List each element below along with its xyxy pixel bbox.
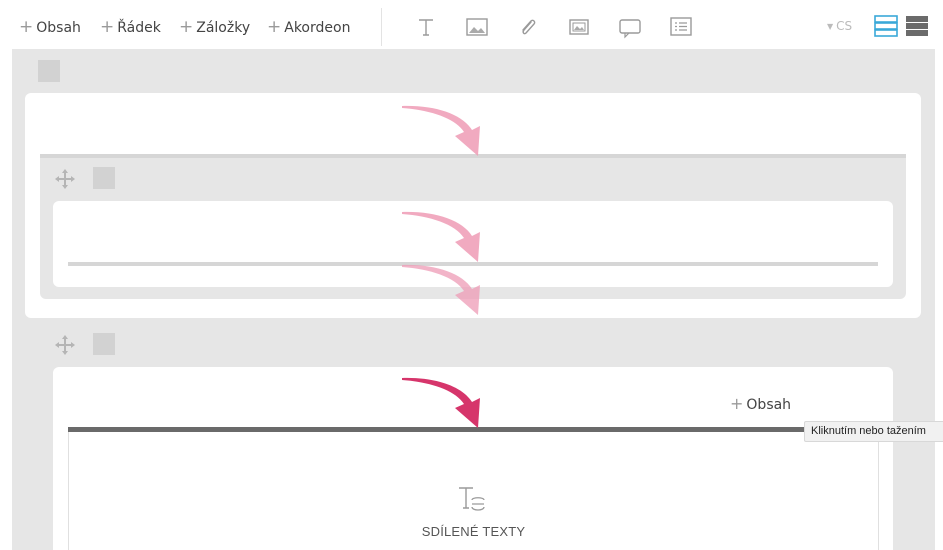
move-icon[interactable] <box>53 167 77 191</box>
add-row-button[interactable]: + Řádek <box>100 18 161 37</box>
section-handle[interactable] <box>38 60 60 82</box>
language-select[interactable]: ▼ CS <box>827 19 852 33</box>
move-icon[interactable] <box>53 333 77 357</box>
add-accordion-label: Akordeon <box>284 20 351 36</box>
shared-texts-label: SDÍLENÉ TEXTY <box>421 524 526 539</box>
blocks-view-icon[interactable] <box>905 14 929 38</box>
plus-icon: + <box>730 394 744 413</box>
add-row-label: Řádek <box>117 20 161 36</box>
rows-view-icon[interactable] <box>874 14 898 38</box>
comment-icon[interactable] <box>617 14 643 40</box>
image-icon[interactable] <box>464 14 490 40</box>
column-card <box>53 201 893 287</box>
row-handle[interactable] <box>93 333 115 355</box>
drop-indicator <box>68 262 878 266</box>
plus-icon: + <box>19 17 34 37</box>
add-accordion-button[interactable]: + Akordeon <box>267 18 350 37</box>
dropdown-triangle-icon: ▼ <box>827 22 834 31</box>
shared-texts-widget[interactable]: SDÍLENÉ TEXTY <box>68 432 879 550</box>
row-handle[interactable] <box>93 167 115 189</box>
add-tabs-button[interactable]: + Záložky <box>179 18 250 37</box>
add-tabs-label: Záložky <box>196 20 251 36</box>
drag-tooltip: Kliknutím nebo tažením <box>804 421 943 442</box>
add-content-inline-label: Obsah <box>746 397 792 413</box>
add-content-button[interactable]: + Obsah <box>19 18 81 37</box>
plus-icon: + <box>100 17 115 37</box>
text-icon[interactable] <box>413 14 439 40</box>
shared-text-icon <box>455 482 491 518</box>
language-label: CS <box>836 19 853 33</box>
add-content-inline-button[interactable]: + Obsah <box>730 394 791 413</box>
toolbar-divider <box>381 8 382 46</box>
plus-icon: + <box>179 17 194 37</box>
gallery-icon[interactable] <box>566 14 592 40</box>
plus-icon: + <box>267 17 282 37</box>
attachment-icon[interactable] <box>515 14 541 40</box>
list-icon[interactable] <box>668 14 694 40</box>
add-content-label: Obsah <box>36 20 81 36</box>
top-toolbar: + Obsah + Řádek + Záložky + Akordeon ▼ CS <box>0 0 943 52</box>
